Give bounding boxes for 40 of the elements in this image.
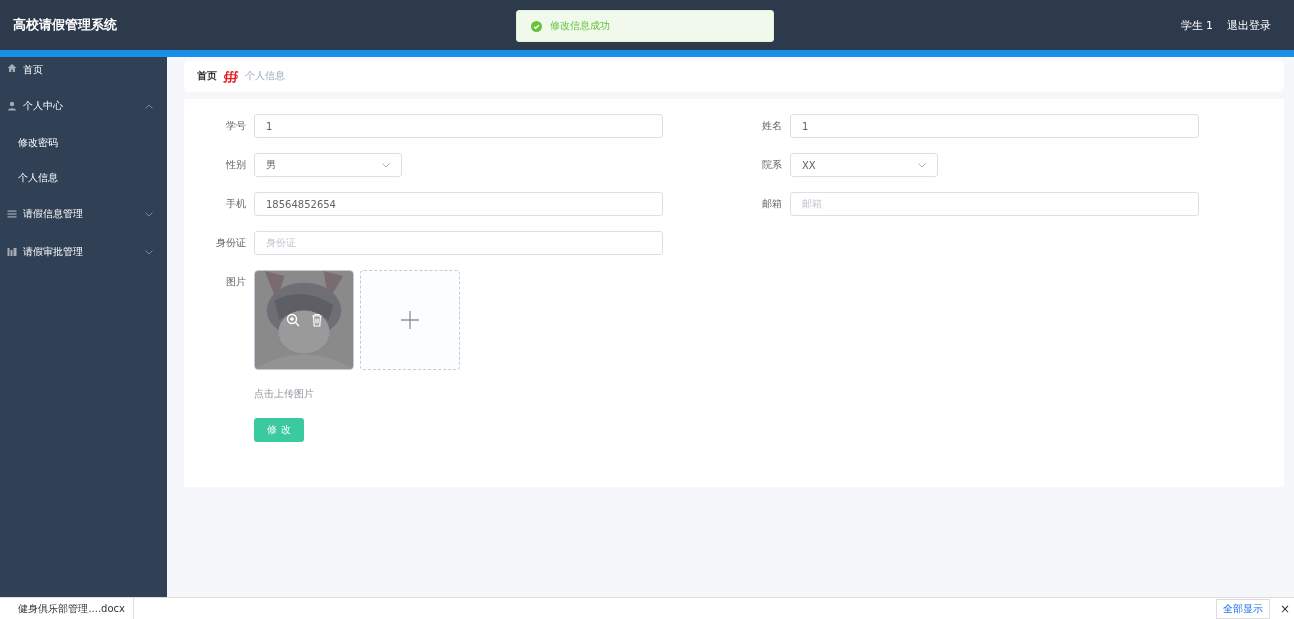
submenu-item[interactable]: 修改密码 [0, 125, 167, 160]
field-label: 性别 [225, 158, 247, 172]
breadcrumb-current: 个人信息 [244, 69, 285, 83]
app-title: 高校请假管理系统 [13, 16, 117, 34]
input-field[interactable]: 1 [254, 114, 663, 138]
bar-chart-icon [7, 247, 17, 257]
show-all-link[interactable]: 全部显示 [1215, 598, 1270, 619]
dropdown-caret-icon [382, 162, 390, 168]
field-label: 身份证 [215, 236, 247, 250]
field-label: 邮箱 [761, 197, 783, 211]
home-icon [7, 63, 17, 73]
breadcrumb-home[interactable]: 首页 [197, 69, 217, 83]
upload-hint: 点击上传图片 [254, 387, 315, 401]
field-label: 姓名 [761, 119, 783, 133]
select-field[interactable]: 男 [254, 153, 402, 177]
field-label: 学号 [225, 119, 247, 133]
select-field[interactable]: XX [790, 153, 938, 177]
menu-item[interactable]: 请假审批管理 [0, 233, 167, 271]
plus-icon [401, 311, 419, 329]
user-name: 学生 1 [1180, 17, 1213, 33]
user-icon [7, 101, 17, 111]
submenu-item[interactable]: 个人信息 [0, 160, 167, 195]
field-label: 手机 [225, 197, 247, 211]
close-button[interactable]: × [1279, 601, 1290, 616]
logout-link[interactable]: 退出登录 [1227, 17, 1271, 33]
field-label: 图片 [225, 275, 247, 289]
success-icon [531, 20, 542, 32]
breadcrumb-separator: ∰ [223, 69, 239, 83]
zoom-in-icon[interactable] [286, 313, 300, 327]
list-icon [7, 209, 17, 219]
download-item[interactable]: 健身俱乐部管理....docx [0, 598, 134, 619]
menu-item[interactable]: 请假信息管理 [0, 195, 167, 233]
input-field[interactable]: 18564852654 [254, 192, 663, 216]
delete-icon[interactable] [311, 313, 323, 327]
menu-item[interactable]: 首页 [0, 59, 167, 87]
field-label: 院系 [761, 158, 783, 172]
toast-message: 修改信息成功 [550, 19, 610, 33]
input-field[interactable]: 1 [790, 114, 1199, 138]
dropdown-caret-icon [918, 162, 926, 168]
menu-item[interactable]: 个人中心 [0, 87, 167, 125]
